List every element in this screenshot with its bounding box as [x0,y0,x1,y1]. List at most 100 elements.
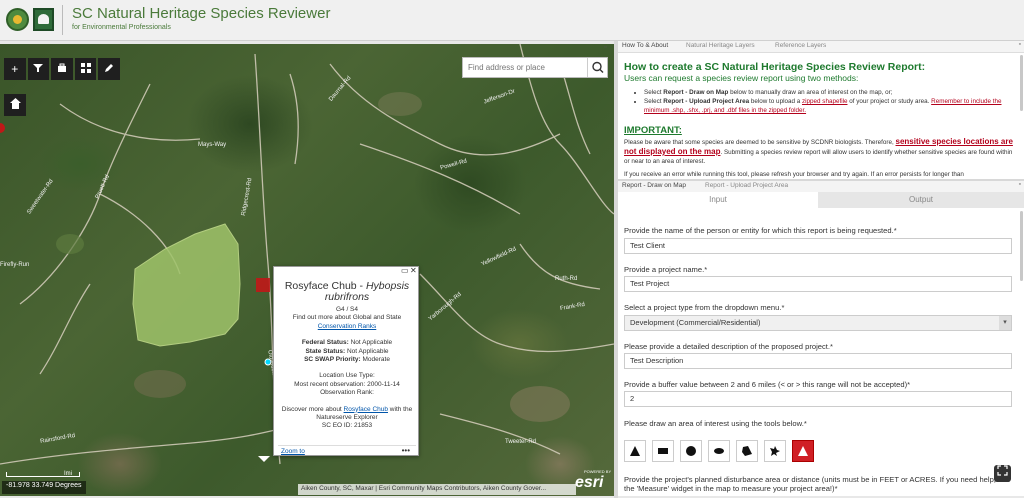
esri-logo: esri [575,474,604,491]
project-type-label: Select a project type from the dropdown … [624,303,785,312]
more-actions-button[interactable]: ••• [402,446,410,455]
pencil-icon [105,64,114,72]
briefcase-icon [57,63,66,72]
tab-upload-project-area[interactable]: Report - Upload Project Area [705,182,788,189]
state-status-value: Not Applicable [346,347,389,355]
rank-info: Find out more about Global and State Con… [278,314,416,331]
bullet-text: Select [644,89,664,96]
zipped-shapefile-link[interactable]: zipped shapefile [802,98,848,105]
tab-reference-layers[interactable]: Reference Layers [775,42,826,49]
polygon-icon [742,446,752,456]
draw-rectangle-button[interactable] [652,440,674,462]
filter-icon [33,64,44,72]
scrollbar[interactable] [1020,211,1023,281]
buffer-field[interactable]: 2 [624,391,1012,407]
draw-toolbar [624,440,814,462]
app-header: SC Natural Heritage Species Reviewer for… [0,0,1024,41]
ellipse-icon [714,448,724,454]
search-button[interactable] [587,58,607,77]
federal-status-label: Federal Status: [301,339,349,347]
zoom-to-link[interactable]: Zoom to [281,448,305,455]
conservation-rank: G4 / S4 [335,306,359,313]
road-label: Firefly-Run [0,262,30,268]
info-panel: How To & About Natural Heritage Layers R… [618,41,1024,179]
project-name-label: Provide a project name.* [624,265,708,274]
map-attribution: Aiken County, SC, Maxar | Esri Community… [298,484,576,495]
swap-priority-label: SC SWAP Priority: [304,356,361,364]
tab-output[interactable]: Output [818,192,1024,208]
search-input[interactable] [463,58,588,77]
scrollbar[interactable] [1020,55,1023,111]
basemap-gallery-button[interactable] [74,58,97,80]
draw-triangle-button[interactable] [792,440,814,462]
client-label: Provide the name of the person or entity… [624,226,897,235]
species-popup: ▭ ✕ Rosyface Chub - Hybopsis rubrifrons … [273,266,419,456]
popup-footer: Zoom to ••• [278,445,416,455]
filter-button[interactable] [27,58,50,80]
circle-icon [686,446,696,456]
bullet-text: of your project or study area. [847,98,932,105]
species-location-marker[interactable] [256,278,270,292]
species-link[interactable]: Rosyface Chub [344,406,388,413]
freehand-icon [770,446,780,456]
tab-natural-heritage-layers[interactable]: Natural Heritage Layers [686,42,755,49]
home-button[interactable] [4,94,26,116]
tab-draw-on-map[interactable]: Report - Draw on Map [622,182,686,189]
fullscreen-button[interactable] [994,465,1011,482]
scdnr-logo [6,8,29,31]
home-icon [9,98,21,109]
discover-more: Discover more about Rosyface Chub with t… [278,406,416,423]
maximize-icon[interactable]: ▫ [604,44,606,51]
conservation-ranks-link[interactable]: Conservation Ranks [318,323,377,330]
popup-body: G4 / S4 Find out more about Global and S… [278,306,416,431]
bullet-bold: Report - Draw on Map [663,89,729,96]
species-location-marker-edge[interactable] [0,123,5,133]
eo-id: SC EO ID: 21853 [321,422,373,430]
map-toolbar: + [4,58,120,80]
tab-input[interactable]: Input [618,192,818,208]
search-widget [462,57,608,78]
scale-label: Imi [64,471,72,477]
fullscreen-icon [997,465,1008,476]
client-field[interactable]: Test Client [624,238,1012,254]
howto-title: How to create a SC Natural Heritage Spec… [624,61,926,73]
observation-rank: Observation Rank: [320,389,374,397]
io-tabs: Input Output [618,192,1024,208]
maximize-icon[interactable]: ▫ [1019,181,1021,188]
list-item: Select Report - Draw on Map below to man… [644,88,1019,97]
road-label: Ruth-Rd [555,276,578,282]
draw-label: Please draw an area of interest using th… [624,419,807,428]
app-subtitle: for Environmental Professionals [72,24,171,31]
draw-polygon-button[interactable] [736,440,758,462]
draw-ellipse-button[interactable] [708,440,730,462]
tab-how-to[interactable]: How To & About [622,42,668,49]
coordinate-readout: -81.978 33.749 Degrees [2,481,86,494]
project-name-field[interactable]: Test Project [624,276,1012,292]
rank-info-text: Find out more about Global and State [292,314,402,322]
popup-title: Rosyface Chub - Hybopsis rubrifrons [280,281,414,303]
buffer-label: Provide a buffer value between 2 and 6 m… [624,380,911,389]
federal-status-value: Not Applicable [350,339,393,347]
swap-priority-value: Moderate [362,356,390,364]
print-button[interactable] [51,58,73,80]
description-field[interactable]: Test Description [624,353,1012,369]
draw-freehand-button[interactable] [764,440,786,462]
measure-button[interactable] [98,58,120,80]
list-item: Select Report - Upload Project Area belo… [644,97,1019,115]
draw-circle-button[interactable] [680,440,702,462]
state-status: State Status: Not Applicable [278,348,416,356]
project-type-select[interactable]: Development (Commercial/Residential) ▾ [624,315,1012,331]
report-panel: Report - Draw on Map Report - Upload Pro… [618,181,1024,496]
maximize-icon[interactable]: ▫ [1019,41,1021,48]
state-status-label: State Status: [305,347,346,355]
description-label: Please provide a detailed description of… [624,342,833,351]
important-heading: IMPORTANT: [624,125,682,136]
zoom-in-button[interactable]: + [4,58,26,80]
grid-icon [80,63,91,73]
important-text-pre: Please be aware that some species are de… [624,139,896,146]
project-type-value: Development (Commercial/Residential) [630,318,761,327]
close-icon[interactable]: ✕ [410,266,417,275]
draw-point-button[interactable] [624,440,646,462]
search-icon [592,61,604,73]
dock-icon[interactable]: ▭ [401,266,409,275]
